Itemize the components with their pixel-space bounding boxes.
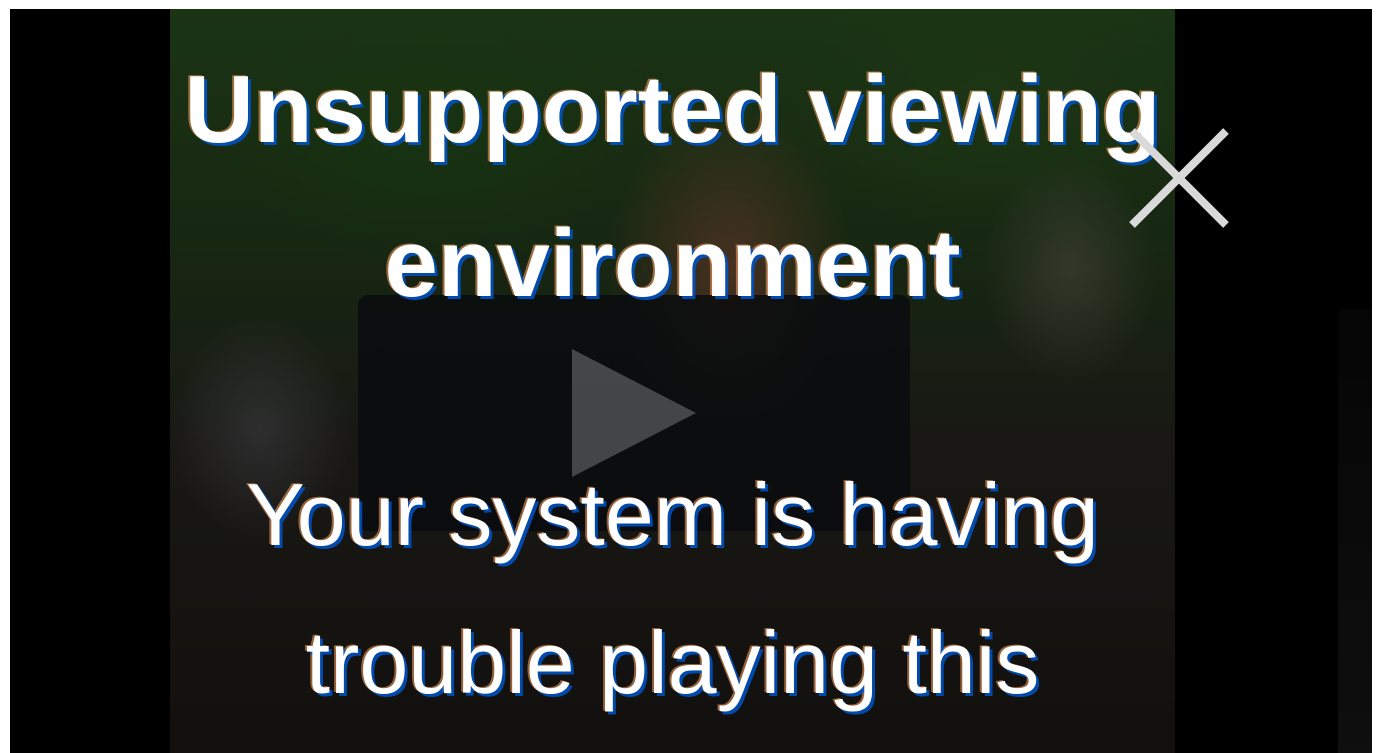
video-player: Unsupported viewing environment Your sys… — [10, 9, 1372, 753]
close-icon — [1129, 128, 1229, 228]
error-description: Your system is having trouble playing th… — [246, 465, 1099, 712]
error-title: Unsupported viewing environment — [184, 56, 1161, 317]
close-button[interactable] — [1124, 123, 1234, 233]
error-message: Unsupported viewing environment Your sys… — [170, 9, 1175, 753]
